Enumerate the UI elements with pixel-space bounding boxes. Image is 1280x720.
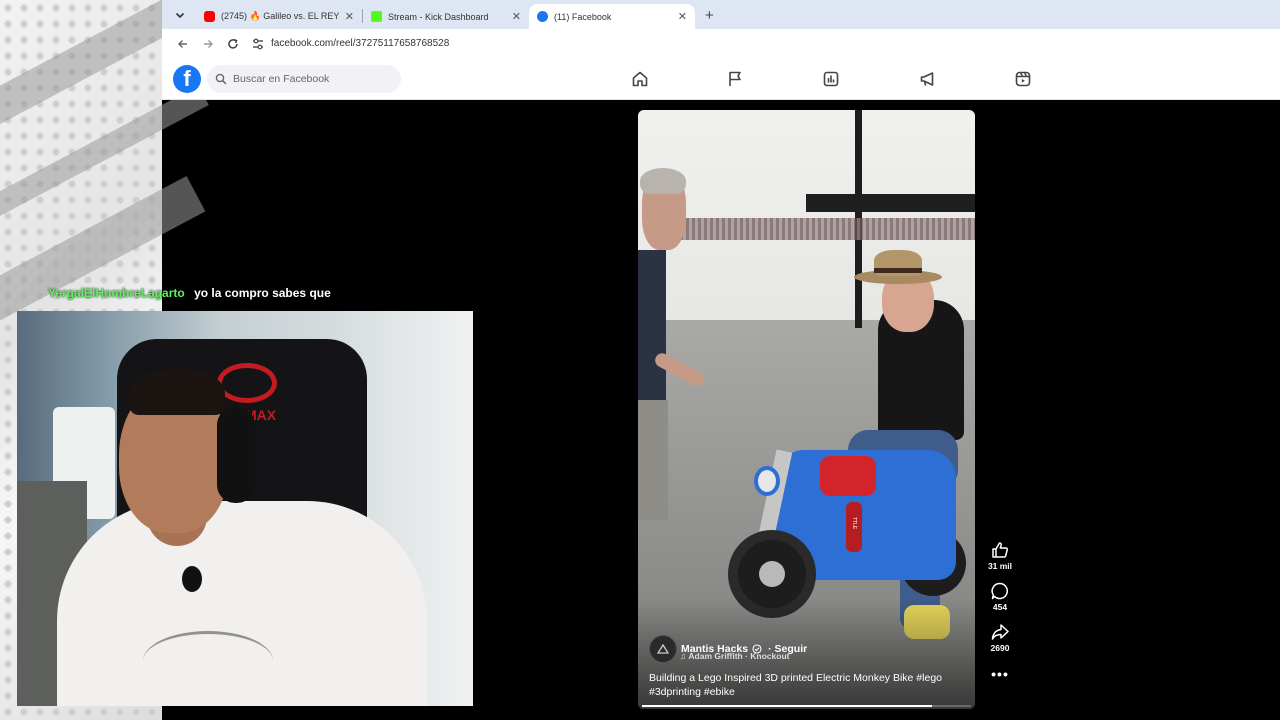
share-button[interactable]: 2690 [990, 622, 1010, 653]
forward-button[interactable] [197, 33, 219, 55]
tab-close-icon[interactable]: ✕ [345, 10, 354, 23]
video-progress-fill [642, 705, 932, 707]
screen: (2745) 🔥 Galileo vs. EL REY PE ✕ Stream … [0, 0, 1280, 720]
search-input[interactable] [233, 72, 393, 85]
reel-actions: 31 mil 454 2690 ••• [983, 540, 1017, 682]
reel-info: Mantis Hacks · Seguir ♫ Adam Griffith · … [649, 635, 959, 699]
tab-kick[interactable]: Stream - Kick Dashboard ✕ [363, 4, 529, 29]
more-options-button[interactable]: ••• [991, 666, 1009, 682]
audio-track[interactable]: ♫ Adam Griffith · Knockout [680, 651, 789, 661]
author-avatar[interactable] [649, 635, 677, 663]
nav-pages[interactable] [722, 66, 748, 92]
chair-logo [217, 363, 277, 403]
browser-window: (2745) 🔥 Galileo vs. EL REY PE ✕ Stream … [162, 0, 1280, 100]
home-icon [632, 71, 648, 87]
share-count: 2690 [990, 643, 1010, 653]
chat-text: yo la compro sabes que [194, 286, 331, 300]
facebook-header: f [162, 58, 1280, 100]
new-tab-button[interactable]: + [705, 7, 714, 24]
tab-search-button[interactable] [170, 5, 190, 25]
arrow-right-icon [204, 39, 213, 48]
tab-close-icon[interactable]: ✕ [512, 10, 521, 23]
tab-title: (11) Facebook [554, 11, 612, 22]
facebook-logo[interactable]: f [173, 64, 201, 93]
comment-count: 454 [992, 602, 1008, 612]
search-icon [215, 73, 227, 84]
chat-message: YergalElHombreLagarto yo la compro sabes… [48, 286, 331, 300]
url-text: facebook.com/reel/372751176587685​28 [271, 38, 450, 49]
like-button[interactable]: 31 mil [988, 540, 1012, 571]
reel-caption: Building a Lego Inspired 3D printed Elec… [649, 672, 943, 698]
tab-title: (2745) 🔥 Galileo vs. EL REY PE [221, 11, 341, 21]
webcam-feed: MAX [17, 311, 473, 706]
back-button[interactable] [172, 33, 194, 55]
microphone [182, 566, 202, 592]
mantis-logo-icon [656, 643, 670, 654]
youtube-favicon-icon [204, 11, 215, 22]
headset [217, 407, 255, 503]
nav-home[interactable] [627, 66, 653, 92]
reload-button[interactable] [222, 33, 244, 55]
megaphone-icon [920, 72, 934, 86]
tab-close-icon[interactable]: ✕ [678, 10, 687, 23]
arrow-left-icon [178, 39, 187, 48]
url-field[interactable]: facebook.com/reel/372751176587685​28 [251, 37, 449, 51]
marketplace-icon [823, 71, 839, 87]
reels-icon [1015, 71, 1031, 87]
flag-icon [729, 71, 741, 86]
nav-marketplace[interactable] [818, 66, 844, 92]
chevron-down-icon [175, 12, 185, 19]
share-icon [991, 624, 1009, 640]
site-info-icon[interactable] [251, 37, 265, 51]
kick-favicon-icon [371, 11, 382, 22]
tab-youtube[interactable]: (2745) 🔥 Galileo vs. EL REY PE ✕ [196, 4, 362, 29]
tab-facebook[interactable]: (11) Facebook ✕ [529, 4, 695, 29]
facebook-search[interactable] [207, 64, 401, 93]
nav-reels[interactable] [1010, 66, 1036, 92]
chat-username: YergalElHombreLagarto [48, 286, 185, 300]
reel-video[interactable]: TTLE Mantis Hacks · Seguir ♫ Adam Griffi… [638, 110, 975, 709]
video-progress-bar[interactable] [642, 705, 971, 707]
reload-icon [228, 38, 238, 49]
like-count: 31 mil [987, 561, 1013, 571]
comment-icon [991, 582, 1009, 600]
nav-ads[interactable] [915, 66, 941, 92]
thumbs-up-icon [992, 542, 1009, 558]
tab-bar: (2745) 🔥 Galileo vs. EL REY PE ✕ Stream … [162, 0, 1280, 29]
facebook-favicon-icon [537, 11, 548, 22]
comment-button[interactable]: 454 [990, 581, 1010, 612]
address-bar: facebook.com/reel/372751176587685​28 [162, 29, 1280, 58]
tab-title: Stream - Kick Dashboard [388, 11, 489, 22]
